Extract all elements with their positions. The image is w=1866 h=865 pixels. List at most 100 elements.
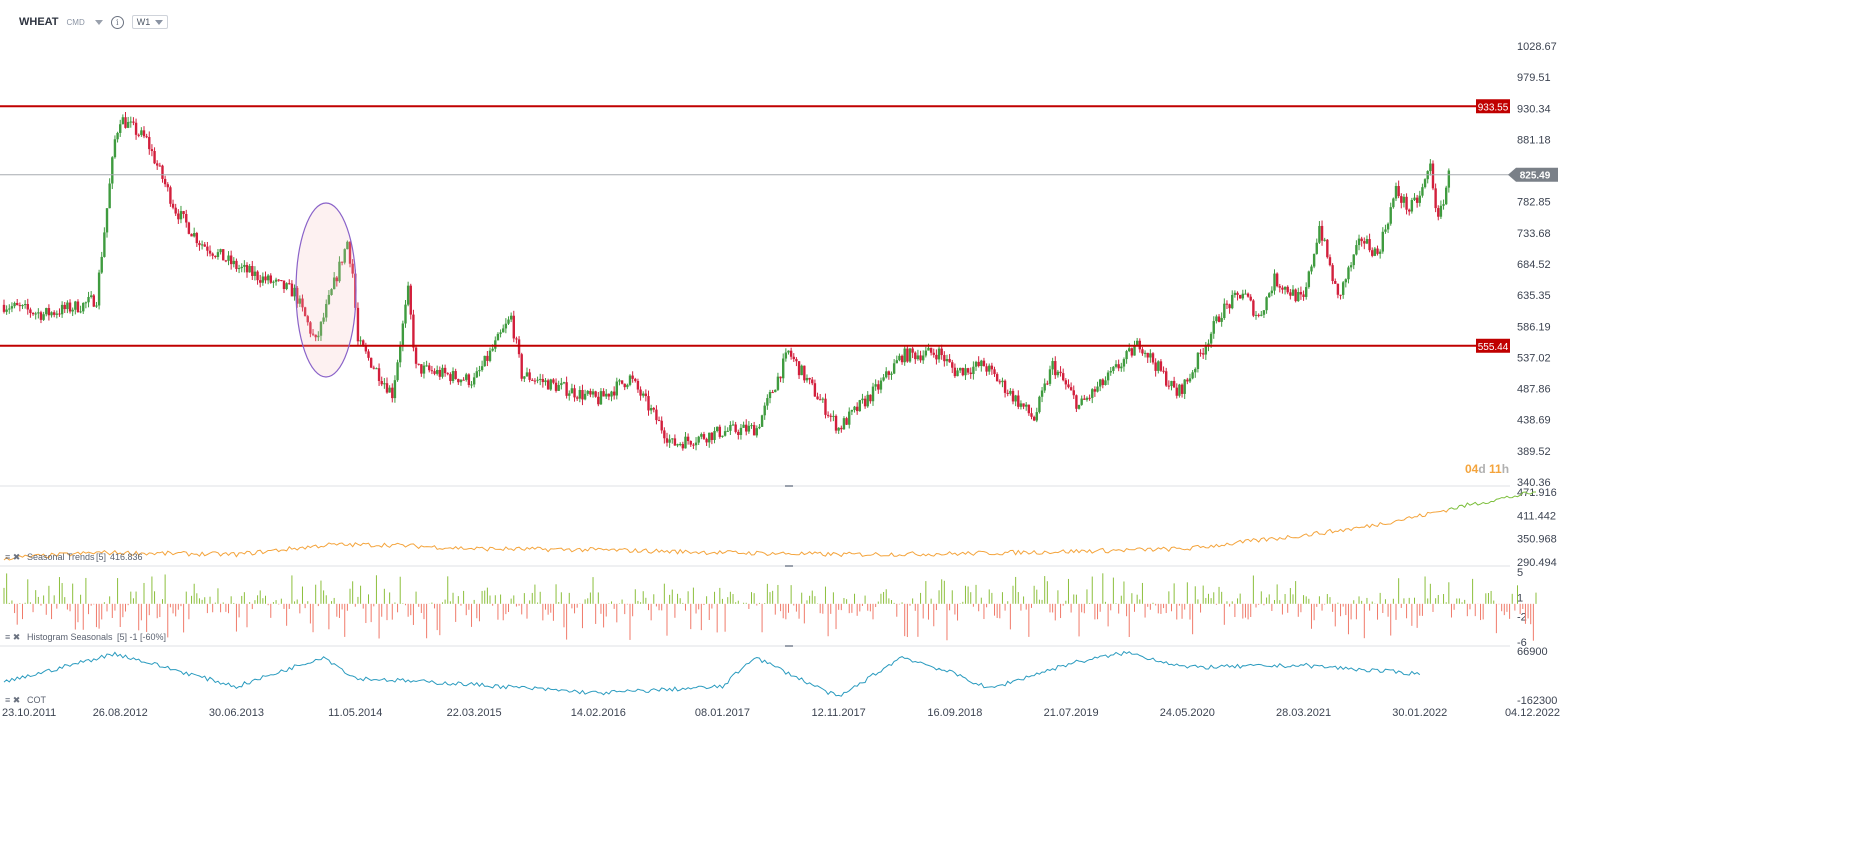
candle-body <box>232 260 235 265</box>
candle-body <box>589 390 592 395</box>
cot-line <box>3 650 1421 697</box>
candle-body <box>1120 366 1123 369</box>
candle-body <box>1442 204 1445 206</box>
candle-body <box>1360 238 1363 242</box>
candle-body <box>782 358 785 379</box>
candle-body <box>1233 292 1237 295</box>
candle-body <box>1217 316 1221 322</box>
candle-body <box>451 371 455 382</box>
candle-body <box>900 355 904 363</box>
candle-body <box>964 368 967 376</box>
candle-body <box>87 296 90 303</box>
candle-body <box>1378 251 1382 254</box>
candle-body <box>1318 225 1321 243</box>
candle-body <box>282 280 286 290</box>
candle-body <box>1297 292 1300 302</box>
candle-body <box>713 430 716 440</box>
candle-body <box>1085 397 1089 400</box>
candle-body <box>404 304 407 324</box>
candle-body <box>644 393 648 397</box>
candle-body <box>462 379 465 381</box>
candle-body <box>834 415 838 431</box>
candle-body <box>367 351 370 358</box>
price-axis-label: 930.34 <box>1517 103 1551 115</box>
candle-body <box>509 315 513 320</box>
candle-body <box>1341 282 1345 295</box>
candle-body <box>1128 348 1131 352</box>
candle-body <box>1183 379 1186 394</box>
candle-body <box>1244 293 1247 295</box>
candle-body <box>1025 404 1028 407</box>
candle-body <box>31 312 35 315</box>
candle-body <box>692 444 695 446</box>
chart-area[interactable]: 1028.67 979.51 930.34 881.18 782.85 733.68 684… <box>0 0 1866 865</box>
candle-body <box>882 377 885 381</box>
candle-body <box>1344 279 1348 283</box>
candle-body <box>1415 197 1419 203</box>
candle-body <box>642 393 645 396</box>
date-axis-label: 11.05.2014 <box>328 707 382 719</box>
date-axis-label: 21.07.2019 <box>1044 707 1099 719</box>
candle-body <box>39 312 43 320</box>
candle-body <box>618 380 621 382</box>
candle-body <box>1238 294 1242 299</box>
candle-body <box>1040 390 1044 397</box>
candle-body <box>1289 292 1292 296</box>
candle-body <box>95 305 98 307</box>
candle-body <box>441 367 444 377</box>
highlight-ellipse[interactable] <box>295 202 357 378</box>
candle-body <box>449 374 452 382</box>
candle-body <box>274 279 278 282</box>
candle-body <box>399 346 402 363</box>
candle-body <box>459 379 463 383</box>
candle-body <box>686 436 690 442</box>
candle-body <box>739 427 743 435</box>
candle-body <box>602 391 605 397</box>
timeframe-select[interactable]: W1 <box>131 15 169 29</box>
candle-body <box>388 387 391 393</box>
candle-body <box>1017 395 1020 407</box>
candle-body <box>277 279 280 281</box>
candle-body <box>1228 304 1231 309</box>
candle-body <box>37 312 40 314</box>
panel-resize-handle[interactable] <box>785 485 793 487</box>
panel-resize-handle[interactable] <box>785 645 793 647</box>
candle-body <box>293 287 296 297</box>
candle-body <box>531 379 534 381</box>
candle-body <box>208 250 212 254</box>
candle-body <box>533 380 537 382</box>
candle-body <box>192 233 196 237</box>
candle-body <box>171 203 175 208</box>
symbol-dropdown-icon[interactable] <box>94 19 103 25</box>
candle-body <box>523 376 526 379</box>
price-axis-label: 389.52 <box>1517 446 1551 458</box>
candle-body <box>251 265 254 276</box>
panel-resize-handle[interactable] <box>785 565 793 567</box>
candle-body <box>478 370 481 372</box>
candle-body <box>364 346 368 352</box>
candle-body <box>747 425 751 432</box>
candle-body <box>161 165 164 179</box>
candle-body <box>832 415 835 417</box>
candle-body <box>929 347 933 353</box>
candle-body <box>253 271 257 276</box>
candle-body <box>385 383 389 393</box>
candle-body <box>243 264 246 267</box>
candle-body <box>470 384 473 386</box>
candle-body <box>372 367 375 369</box>
candle-body <box>1143 352 1147 354</box>
candle-body <box>557 385 560 391</box>
info-icon[interactable]: i <box>110 15 124 29</box>
cot-axis-label: 66900 <box>1517 646 1548 658</box>
symbol-label[interactable]: WHEAT <box>19 16 59 28</box>
candle-body <box>861 398 864 401</box>
candle-body <box>811 379 814 384</box>
candle-body <box>393 380 397 399</box>
candle-body <box>958 367 962 371</box>
candle-body <box>539 378 542 380</box>
panel-menu-icon: ≡ ✖ <box>5 695 20 705</box>
candle-body <box>647 396 650 411</box>
candle-body <box>1172 380 1176 388</box>
candle-body <box>1101 379 1105 386</box>
candle-body <box>272 281 275 283</box>
